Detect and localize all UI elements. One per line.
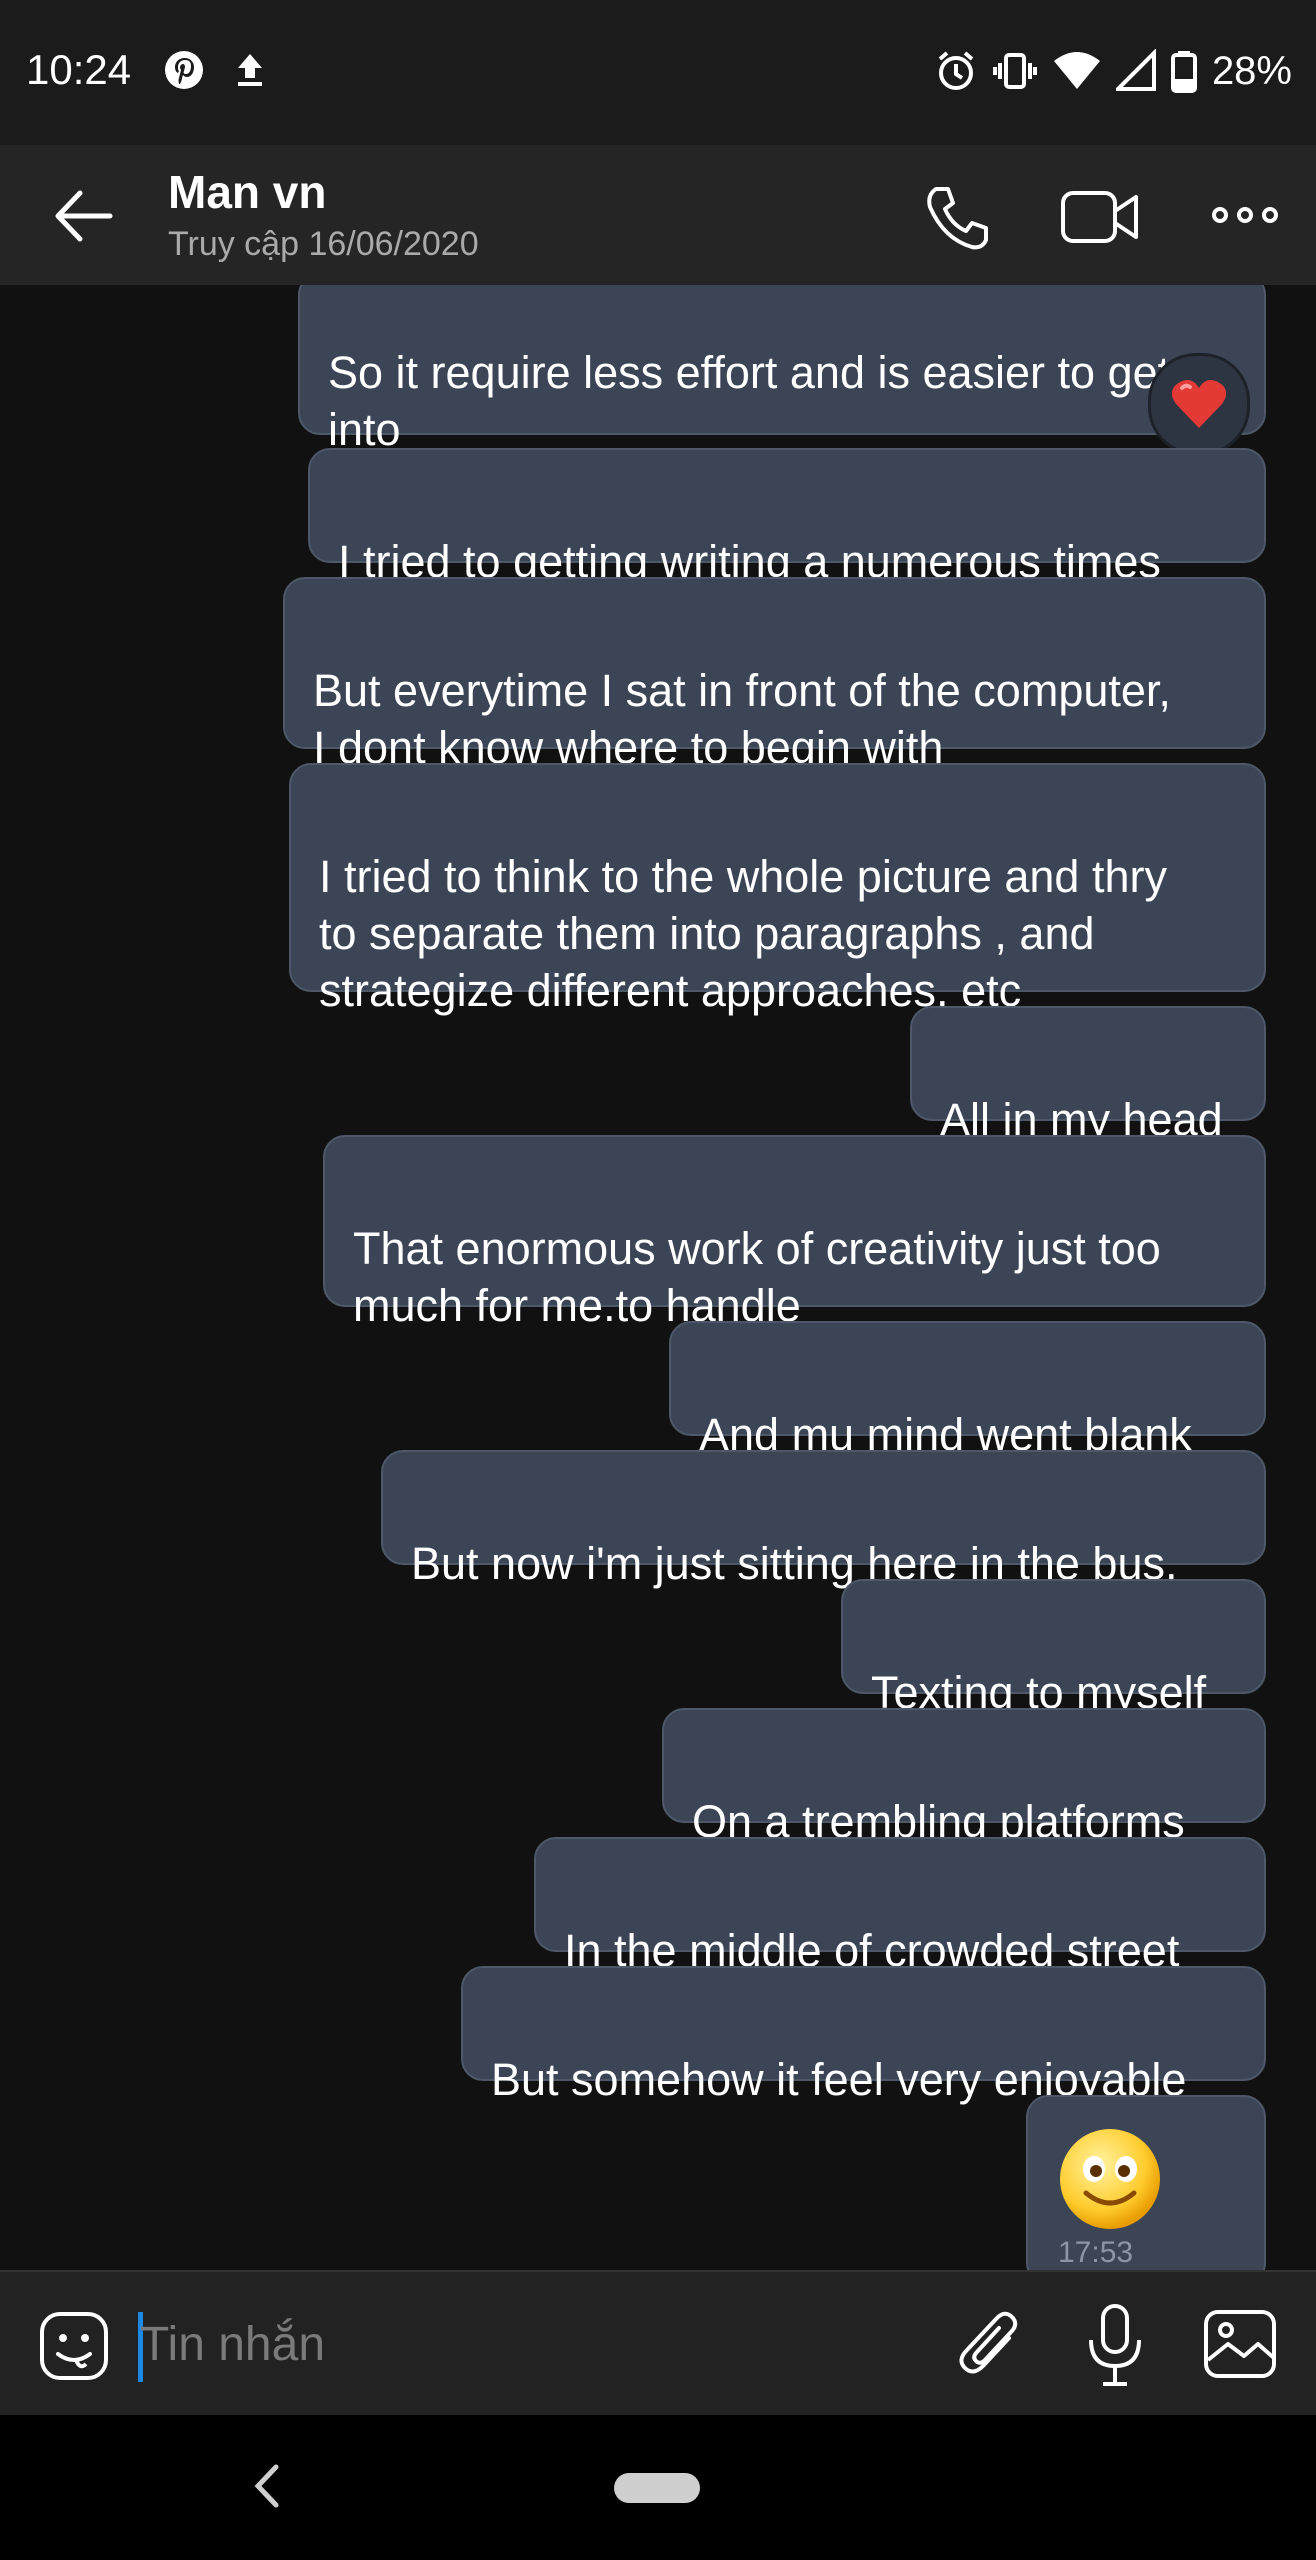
smiling-face-emoji-icon: [1060, 2129, 1160, 2229]
battery-icon: [1170, 51, 1197, 93]
upload-icon: [238, 54, 262, 86]
message-bubble[interactable]: But everytime I sat in front of the comp…: [283, 577, 1266, 773]
message-input[interactable]: [140, 2304, 920, 2384]
message-bubble[interactable]: So it require less effort and is easier …: [298, 285, 1266, 455]
heart-reaction-badge[interactable]: [1148, 353, 1250, 455]
message-text: I tried to think to the whole picture an…: [319, 851, 1167, 1016]
message-bubble[interactable]: But now i'm just sitting here in the bus…: [381, 1450, 1266, 1589]
contact-name[interactable]: Man vn: [168, 165, 326, 219]
emoji-message-bubble[interactable]: 17:53: [1026, 2095, 1266, 2270]
chat-header: Man vn Truy cập 16/06/2020: [0, 145, 1316, 285]
message-text: But everytime I sat in front of the comp…: [313, 665, 1171, 773]
phone-call-icon[interactable]: [922, 183, 992, 253]
paperclip-attach-icon[interactable]: [955, 2308, 1025, 2382]
microphone-icon[interactable]: [1085, 2302, 1145, 2388]
vibrate-icon: [992, 53, 1037, 89]
wifi-icon: [1053, 52, 1100, 89]
back-arrow-icon[interactable]: [50, 183, 116, 249]
emoji-sticker-icon[interactable]: [38, 2310, 110, 2382]
status-icons: 28%: [934, 46, 1292, 96]
system-nav-bar: [0, 2415, 1316, 2560]
last-seen-status: Truy cập 16/06/2020: [168, 225, 479, 263]
image-gallery-icon[interactable]: [1202, 2308, 1278, 2380]
message-bubble[interactable]: I tried to getting writing a numerous ti…: [308, 448, 1266, 587]
pinterest-icon: [165, 51, 203, 89]
message-bubble[interactable]: And mu mind went blank: [669, 1321, 1266, 1460]
video-call-icon[interactable]: [1060, 185, 1140, 249]
nav-back-chevron-icon[interactable]: [252, 2463, 282, 2509]
status-time: 10:24: [26, 46, 132, 93]
more-options-icon[interactable]: [1210, 195, 1280, 235]
message-text: So it require less effort and is easier …: [328, 347, 1171, 455]
message-bubble[interactable]: Texting to myself: [841, 1579, 1266, 1718]
message-bubble[interactable]: That enormous work of creativity just to…: [323, 1135, 1266, 1331]
heart-icon: [1171, 380, 1227, 428]
status-bar: 10:24 28%: [0, 0, 1316, 145]
message-text: That enormous work of creativity just to…: [353, 1223, 1161, 1331]
alarm-icon: [938, 51, 974, 90]
message-composer: [0, 2270, 1316, 2417]
message-bubble[interactable]: All in my head: [910, 1006, 1266, 1145]
message-bubble[interactable]: I tried to think to the whole picture an…: [289, 763, 1266, 1016]
nav-home-pill[interactable]: [614, 2473, 700, 2503]
cellular-signal-icon: [1115, 49, 1156, 91]
message-timestamp: 17:53: [1058, 2236, 1134, 2269]
message-bubble[interactable]: On a trembling platforms: [662, 1708, 1266, 1847]
battery-percent: 28%: [1211, 48, 1292, 93]
message-bubble[interactable]: In the middle of crowded street: [534, 1837, 1266, 1976]
message-bubble[interactable]: But somehow it feel very enjoyable: [461, 1966, 1266, 2105]
message-list[interactable]: So it require less effort and is easier …: [0, 285, 1316, 2270]
